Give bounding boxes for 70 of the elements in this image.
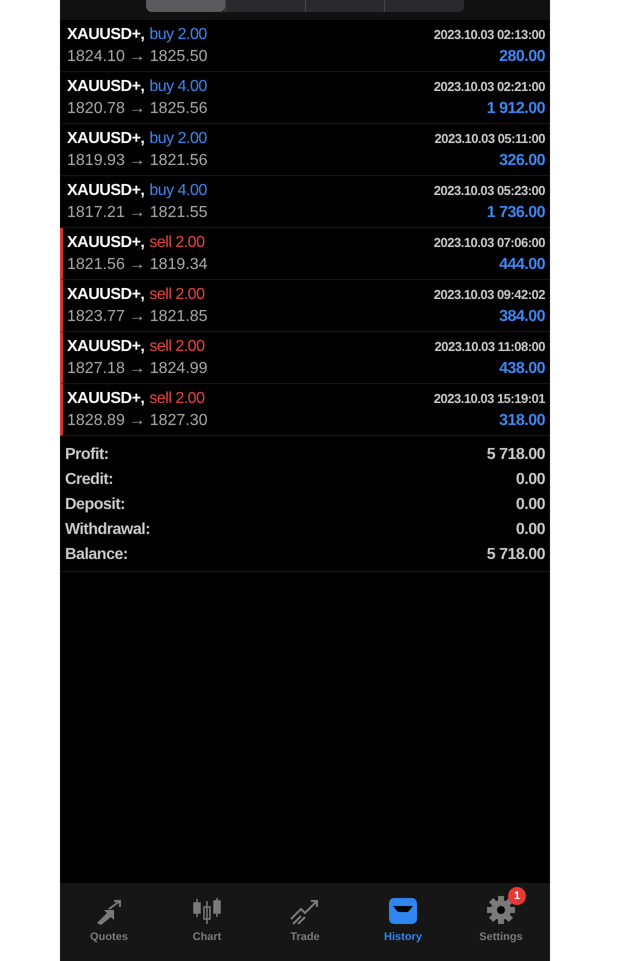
deal-profit: 444.00 [499,254,545,274]
deal-type-label: sell 2.00 [149,388,204,408]
deal-row[interactable]: XAUUSD+, sell 2.00 1827.18 → 1824.99 2023.10.03 11:08:00 438.00 [60,332,550,384]
deal-row[interactable]: XAUUSD+, sell 2.00 1821.56 → 1819.34 2023.10.03 07:06:00 444.00 [60,228,550,280]
price-range: 1821.56 → 1819.34 [67,254,208,274]
price-range: 1819.93 → 1821.56 [67,150,208,170]
trend-icon [289,897,321,925]
summary-label: Profit: [65,444,109,464]
deal-row[interactable]: XAUUSD+, sell 2.00 1828.89 → 1827.30 2023.10.03 15:19:01 318.00 [60,384,550,436]
price-range: 1817.21 → 1821.55 [67,202,208,222]
deal-type-label: buy 4.00 [149,180,207,200]
period-tab[interactable] [384,0,464,12]
deal-time: 2023.10.03 02:13:00 [434,26,545,44]
symbol-label: XAUUSD+, [67,388,144,408]
deal-time: 2023.10.03 09:42:02 [434,286,545,304]
symbol-label: XAUUSD+, [67,232,144,252]
summary-label: Withdrawal: [65,520,150,540]
symbol-label: XAUUSD+, [67,180,144,200]
deal-row[interactable]: XAUUSD+, buy 2.00 1824.10 → 1825.50 2023.10.03 02:13:00 280.00 [60,20,550,72]
tab-bar-item[interactable]: Trade [256,885,354,946]
deal-type-label: sell 2.00 [149,232,204,252]
deal-type-label: buy 4.00 [149,76,207,96]
price-range: 1820.78 → 1825.56 [67,98,208,118]
symbol-label: XAUUSD+, [67,336,144,356]
summary-value: 0.00 [516,494,545,514]
deal-time: 2023.10.03 02:21:00 [434,78,545,96]
deal-profit: 1 736.00 [486,202,545,222]
tab-bar-item[interactable]: Chart [158,885,256,946]
deal-row[interactable]: XAUUSD+, buy 4.00 1817.21 → 1821.55 2023.10.03 05:23:00 1 736.00 [60,176,550,228]
symbol-label: XAUUSD+, [67,24,144,44]
summary-label: Credit: [65,470,114,490]
deal-profit: 1 912.00 [486,98,545,118]
deal-row[interactable]: XAUUSD+, buy 4.00 1820.78 → 1825.56 2023.10.03 02:21:00 1 912.00 [60,72,550,124]
price-range: 1828.89 → 1827.30 [67,410,208,430]
tab-bar-item[interactable]: History [354,885,452,946]
summary-value: 5 718.00 [486,444,545,464]
period-tab[interactable] [146,0,225,12]
deal-row[interactable]: XAUUSD+, sell 2.00 1823.77 → 1821.85 2023.10.03 09:42:02 384.00 [60,280,550,332]
symbol-label: XAUUSD+, [67,284,144,304]
summary-value: 0.00 [516,520,545,540]
price-range: 1827.18 → 1824.99 [67,358,208,378]
deal-profit: 280.00 [499,46,545,66]
deal-row[interactable]: XAUUSD+, buy 2.00 1819.93 → 1821.56 2023.10.03 05:11:00 326.00 [60,124,550,176]
deal-type-label: sell 2.00 [149,336,204,356]
price-range: 1824.10 → 1825.50 [67,46,208,66]
summary-label: Deposit: [65,494,125,514]
symbol-label: XAUUSD+, [67,128,144,148]
deal-profit: 384.00 [499,306,545,326]
candlestick-icon [192,897,222,925]
deal-type-label: sell 2.00 [149,284,204,304]
tab-bar-item[interactable]: 1 Settings [452,885,550,946]
deal-type-label: buy 2.00 [149,24,207,44]
deal-profit: 326.00 [499,150,545,170]
notification-badge: 1 [508,887,526,905]
inbox-icon [388,897,418,925]
deal-profit: 438.00 [499,358,545,378]
deal-time: 2023.10.03 11:08:00 [434,338,545,356]
deal-time: 2023.10.03 15:19:01 [434,390,545,408]
price-range: 1823.77 → 1821.85 [67,306,208,326]
deal-type-label: buy 2.00 [149,128,207,148]
settings-icon [486,895,516,925]
deal-time: 2023.10.03 05:11:00 [434,130,545,148]
summary-label: Balance: [65,544,128,564]
summary-value: 5 718.00 [486,544,545,564]
deal-profit: 318.00 [499,410,545,430]
tab-bar-item[interactable]: Quotes [60,885,158,946]
symbol-label: XAUUSD+, [67,76,144,96]
summary-value: 0.00 [516,470,545,490]
deal-time: 2023.10.03 05:23:00 [434,182,545,200]
deal-time: 2023.10.03 07:06:00 [434,234,545,252]
